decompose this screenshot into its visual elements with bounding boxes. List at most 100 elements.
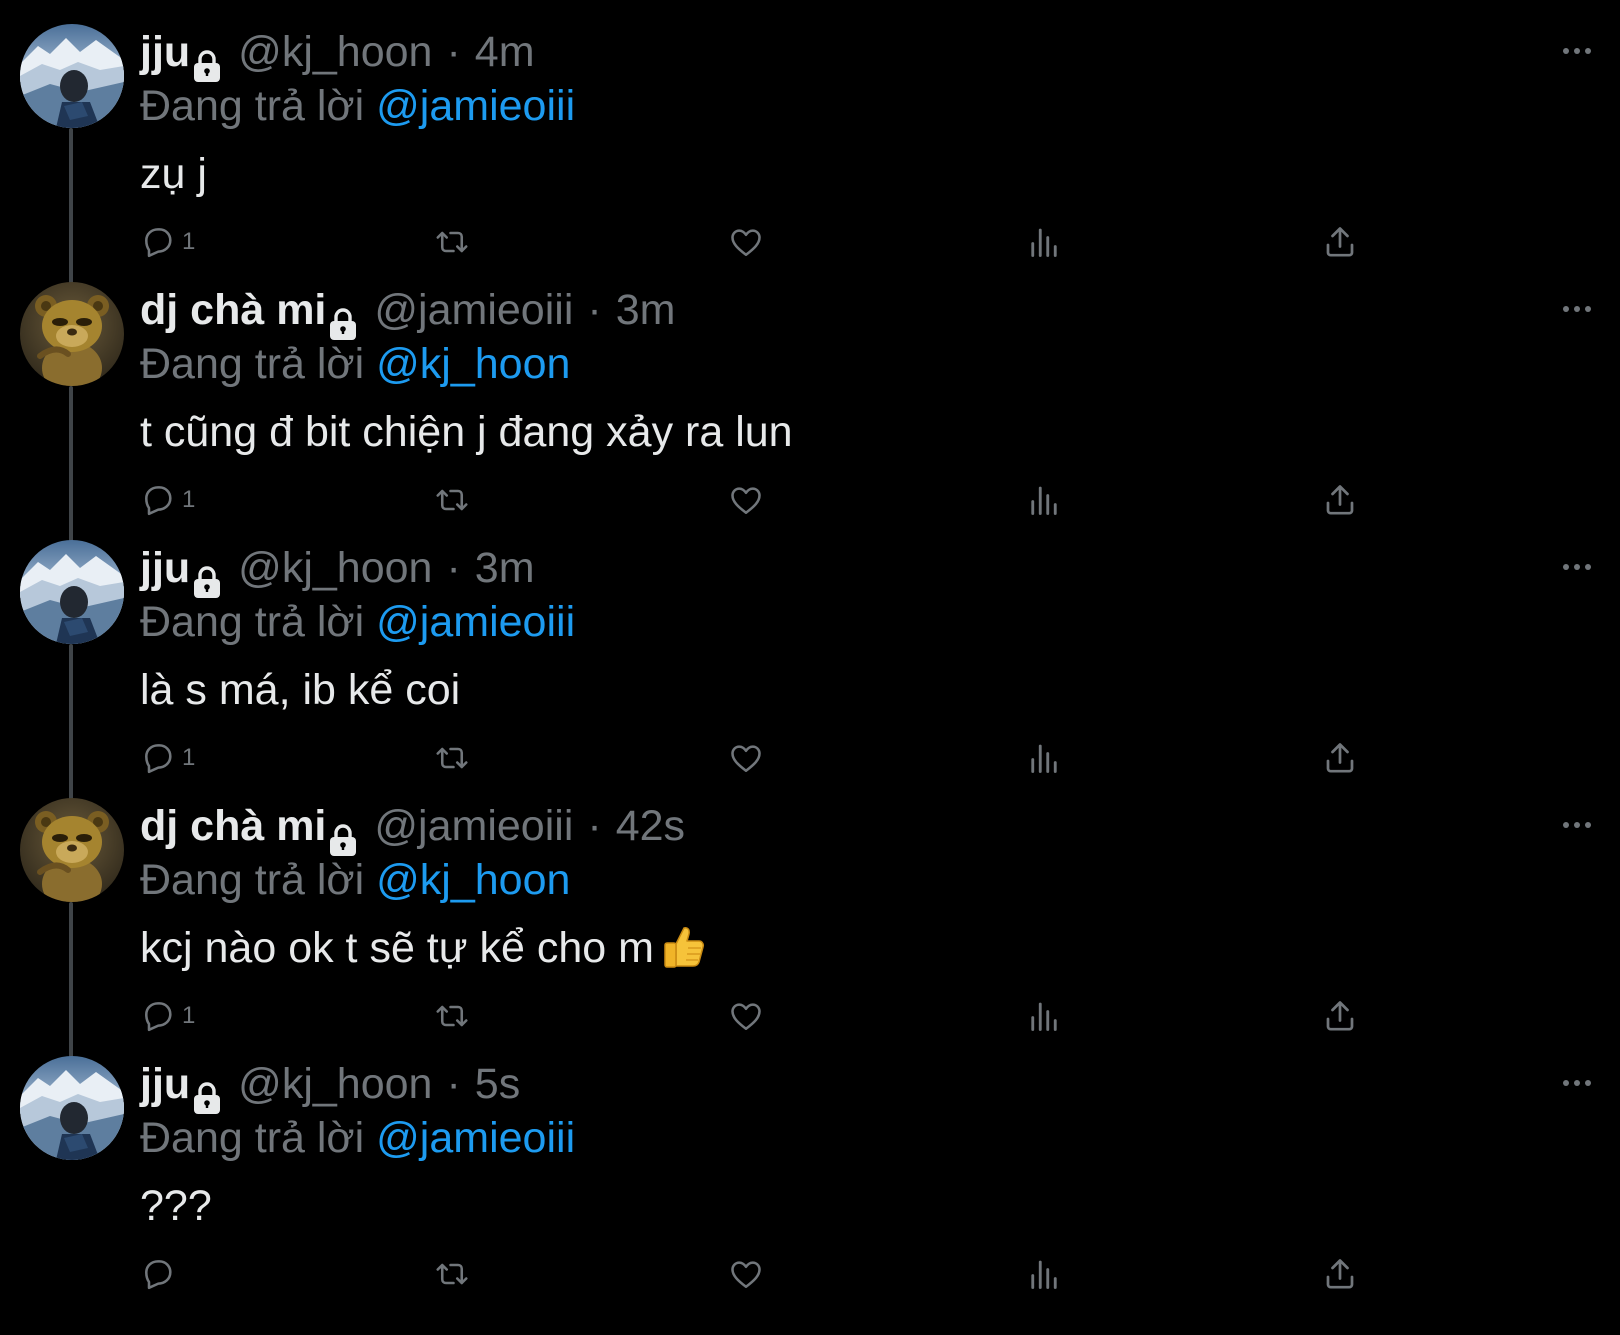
replying-to-label: Đang trả lời <box>140 1114 365 1162</box>
tweet-text: kcj nào ok t sẽ tự kể cho m <box>140 916 706 980</box>
conversation-thread: jju @kj_hoon · 4m Đang trả lời @jamieoii… <box>0 0 1620 1335</box>
heart-icon <box>731 487 761 515</box>
reply-icon <box>145 486 172 516</box>
replying-to-handle[interactable]: @jamieoiii <box>376 82 575 130</box>
replying-to-label: Đang trả lời <box>140 598 365 646</box>
replying-to-label: Đang trả lời <box>140 340 365 388</box>
tweet-header: dj chà mi @jamieoiii · 3m <box>140 280 675 340</box>
tweet-1[interactable]: jju @kj_hoon · 4m Đang trả lời @jamieoii… <box>0 0 1620 286</box>
display-name[interactable]: jju <box>140 22 190 82</box>
reply-icon <box>145 744 172 774</box>
heart-icon <box>731 745 761 773</box>
lock-icon <box>192 39 222 82</box>
separator-dot: · <box>446 28 461 76</box>
like-button[interactable] <box>728 1244 764 1304</box>
heart-icon <box>731 229 761 257</box>
timestamp[interactable]: 3m <box>475 538 535 598</box>
reply-icon <box>145 1260 172 1290</box>
tweet-3[interactable]: jju @kj_hoon · 3m Đang trả lời @jamieoii… <box>0 516 1620 802</box>
photo-mountain-avatar[interactable] <box>20 24 124 128</box>
user-handle[interactable]: @kj_hoon <box>238 1054 432 1114</box>
avatar-photo <box>20 24 124 128</box>
user-handle[interactable]: @jamieoiii <box>374 796 573 856</box>
avatar-cartoon <box>20 282 124 386</box>
more-icon[interactable] <box>1560 552 1594 582</box>
tweet-text-content: zụ j <box>140 150 207 198</box>
tweet-5[interactable]: jju @kj_hoon · 5s Đang trả lời @jamieoii… <box>0 1032 1620 1298</box>
tweet-header: dj chà mi @jamieoiii · 42s <box>140 796 685 856</box>
replying-to-line: Đang trả lời @kj_hoon <box>140 334 570 394</box>
timestamp[interactable]: 42s <box>616 796 685 856</box>
timestamp[interactable]: 3m <box>616 280 676 340</box>
share-icon <box>1326 227 1354 257</box>
heart-icon <box>731 1261 761 1289</box>
share-icon <box>1326 1001 1354 1031</box>
views-icon <box>1031 1002 1057 1031</box>
lock-icon <box>192 1071 222 1114</box>
replying-to-handle[interactable]: @jamieoiii <box>376 1114 575 1162</box>
tweet-text-content: kcj nào ok t sẽ tự kể cho m <box>140 924 654 972</box>
more-icon[interactable] <box>1560 294 1594 324</box>
separator-dot: · <box>446 544 461 592</box>
tweet-text: t cũng đ bit chiện j đang xảy ra lun <box>140 400 793 464</box>
reply-icon <box>145 228 172 258</box>
separator-dot: · <box>446 1060 461 1108</box>
timestamp[interactable]: 5s <box>475 1054 520 1114</box>
display-name[interactable]: dj chà mi <box>140 280 326 340</box>
more-icon[interactable] <box>1560 810 1594 840</box>
timestamp[interactable]: 4m <box>475 22 535 82</box>
cartoon-bear-avatar[interactable] <box>20 282 124 386</box>
share-icon <box>1326 743 1354 773</box>
cartoon-bear-avatar[interactable] <box>20 798 124 902</box>
views-icon <box>1031 228 1057 257</box>
share-button[interactable] <box>1322 1244 1358 1304</box>
tweet-2[interactable]: dj chà mi @jamieoiii · 3m Đang trả lời @… <box>0 258 1620 544</box>
tweet-text-content: là s má, ib kể coi <box>140 666 461 714</box>
display-name[interactable]: jju <box>140 1054 190 1114</box>
tweet-actions <box>0 1244 1620 1304</box>
tweet-4[interactable]: dj chà mi @jamieoiii · 42s Đang trả lời … <box>0 774 1620 1060</box>
retweet-icon <box>436 489 468 511</box>
views-icon <box>1031 486 1057 515</box>
share-icon <box>1326 1259 1354 1289</box>
display-name[interactable]: jju <box>140 538 190 598</box>
tweet-header: jju @kj_hoon · 3m <box>140 538 535 598</box>
views-button[interactable] <box>1026 1244 1062 1304</box>
heart-icon <box>731 1003 761 1031</box>
replying-to-handle[interactable]: @jamieoiii <box>376 598 575 646</box>
user-handle[interactable]: @kj_hoon <box>238 538 432 598</box>
views-icon <box>1031 1260 1057 1289</box>
retweet-icon <box>436 747 468 769</box>
separator-dot: · <box>587 802 602 850</box>
replying-to-handle[interactable]: @kj_hoon <box>376 340 570 388</box>
replying-to-line: Đang trả lời @jamieoiii <box>140 76 575 136</box>
user-handle[interactable]: @jamieoiii <box>374 280 573 340</box>
reply-count: 1 <box>182 744 196 771</box>
lock-icon <box>192 555 222 598</box>
avatar-cartoon <box>20 798 124 902</box>
retweet-button[interactable] <box>434 1244 470 1304</box>
more-icon[interactable] <box>1560 1068 1594 1098</box>
display-name[interactable]: dj chà mi <box>140 796 326 856</box>
lock-icon <box>328 813 358 856</box>
photo-mountain-avatar[interactable] <box>20 540 124 644</box>
photo-mountain-avatar[interactable] <box>20 1056 124 1160</box>
replying-to-label: Đang trả lời <box>140 856 365 904</box>
tweet-text: là s má, ib kể coi <box>140 658 460 722</box>
reply-button[interactable] <box>140 1244 182 1304</box>
reply-count: 1 <box>182 486 196 513</box>
avatar-photo <box>20 540 124 644</box>
user-handle[interactable]: @kj_hoon <box>238 22 432 82</box>
tweet-text: zụ j <box>140 142 207 206</box>
replying-to-handle[interactable]: @kj_hoon <box>376 856 570 904</box>
tweet-header: jju @kj_hoon · 5s <box>140 1054 520 1114</box>
tweet-header: jju @kj_hoon · 4m <box>140 22 535 82</box>
retweet-icon <box>436 1263 468 1285</box>
avatar-photo <box>20 1056 124 1160</box>
retweet-icon <box>436 1005 468 1027</box>
replying-to-label: Đang trả lời <box>140 82 365 130</box>
more-icon[interactable] <box>1560 36 1594 66</box>
reply-icon <box>145 1002 172 1032</box>
retweet-icon <box>436 231 468 253</box>
reply-count: 1 <box>182 228 196 255</box>
